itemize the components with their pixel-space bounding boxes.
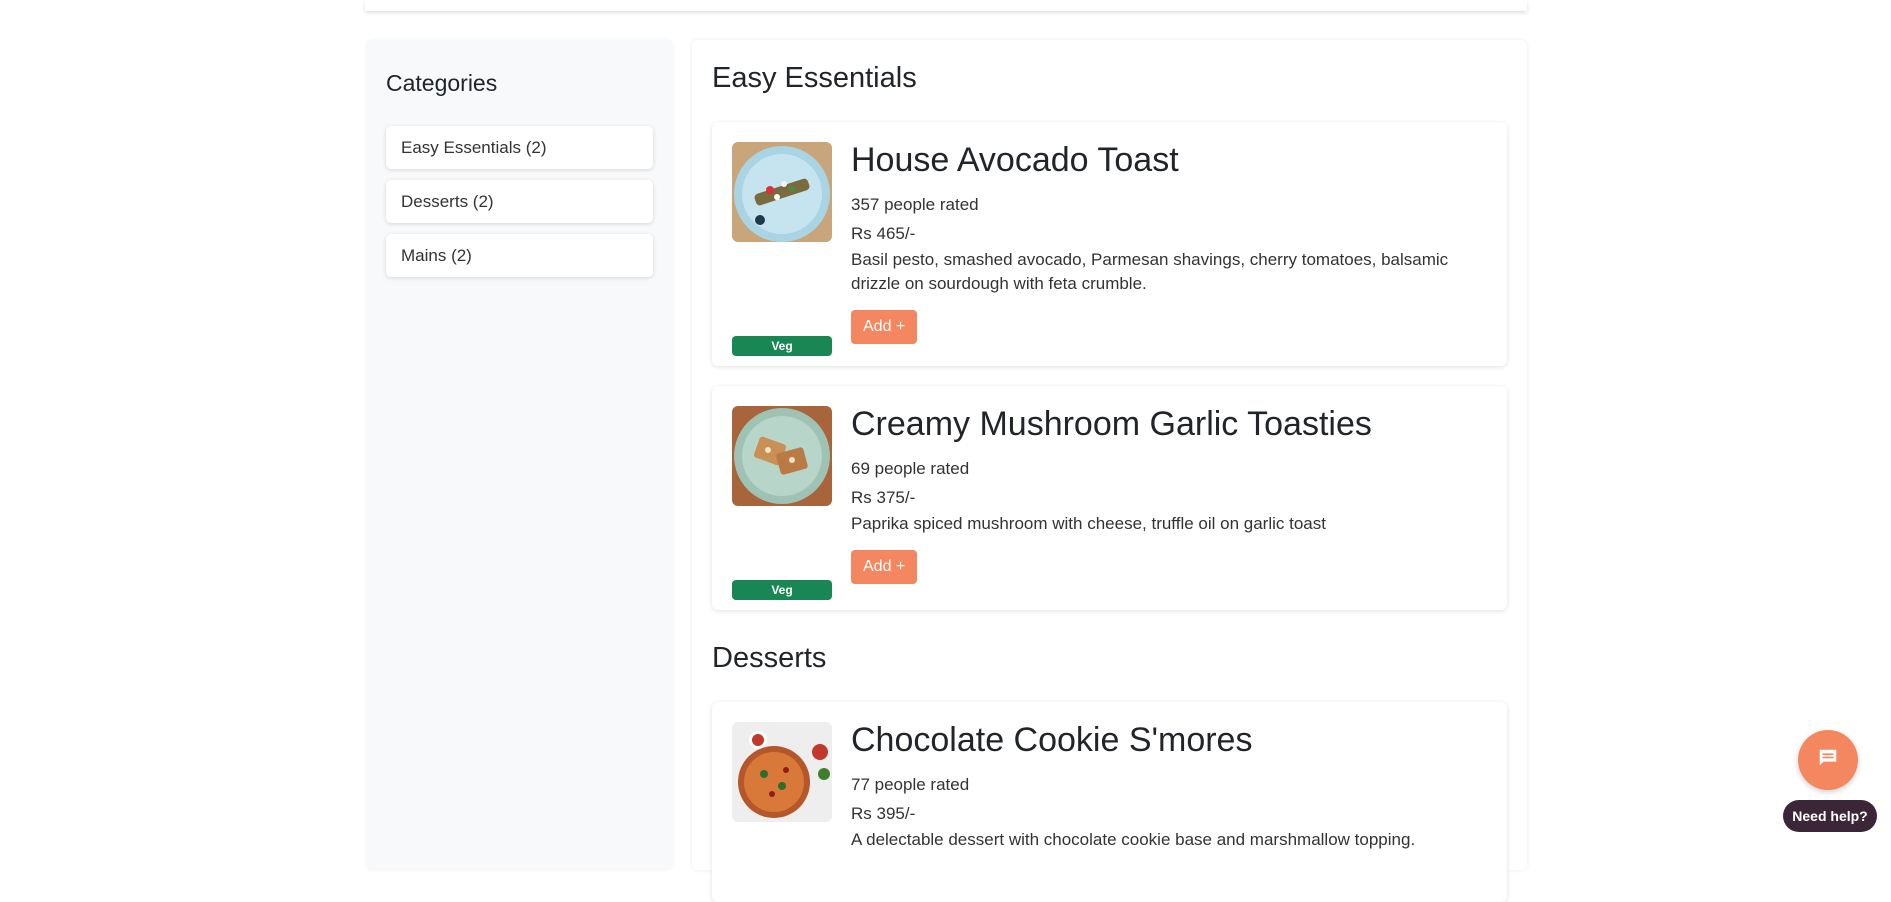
item-rating: 357 people rated (851, 195, 979, 214)
item-description: A delectable dessert with chocolate cook… (851, 830, 1416, 849)
item-name: Chocolate Cookie S'mores (851, 721, 1253, 759)
veg-badge: Veg (732, 336, 832, 356)
item-price: Rs 395/- (851, 804, 916, 823)
menu-item-card: Chocolate Cookie S'mores 77 people rated… (712, 702, 1507, 902)
item-info: Chocolate Cookie S'mores 77 people rated… (851, 720, 1467, 852)
categories-sidebar: Categories Easy Essentials (2) Desserts … (366, 40, 673, 870)
item-description: Paprika spiced mushroom with cheese, tru… (851, 514, 1326, 533)
item-photo (732, 722, 832, 822)
item-info: House Avocado Toast 357 people rated Rs … (851, 140, 1467, 344)
menu-item-card: Veg House Avocado Toast 357 people rated… (712, 122, 1507, 366)
section-title-easy-essentials: Easy Essentials (712, 62, 917, 94)
menu-item-card: Veg Creamy Mushroom Garlic Toasties 69 p… (712, 386, 1507, 610)
chat-button[interactable] (1798, 730, 1858, 790)
category-desserts[interactable]: Desserts (2) (386, 180, 653, 223)
item-description: Basil pesto, smashed avocado, Parmesan s… (851, 250, 1449, 293)
item-info: Creamy Mushroom Garlic Toasties 69 peopl… (851, 404, 1467, 584)
chat-icon (1817, 747, 1839, 774)
item-price: Rs 375/- (851, 488, 916, 507)
menu-main: Easy Essentials Veg House Avocado Toast … (692, 40, 1527, 902)
need-help-button[interactable]: Need help? (1783, 800, 1877, 832)
item-price: Rs 465/- (851, 224, 916, 243)
item-rating: 69 people rated (851, 459, 970, 478)
add-to-cart-button[interactable]: Add + (851, 310, 918, 344)
item-rating: 77 people rated (851, 775, 970, 794)
item-name: Creamy Mushroom Garlic Toasties (851, 405, 1372, 443)
add-to-cart-button[interactable]: Add + (851, 550, 918, 584)
top-navbar (365, 0, 1527, 11)
category-easy-essentials[interactable]: Easy Essentials (2) (386, 126, 653, 169)
item-name: House Avocado Toast (851, 141, 1179, 179)
item-photo (732, 406, 832, 506)
veg-badge: Veg (732, 580, 832, 600)
section-title-desserts: Desserts (712, 642, 827, 674)
item-photo (732, 142, 832, 242)
sidebar-title: Categories (386, 70, 498, 96)
category-mains[interactable]: Mains (2) (386, 234, 653, 277)
